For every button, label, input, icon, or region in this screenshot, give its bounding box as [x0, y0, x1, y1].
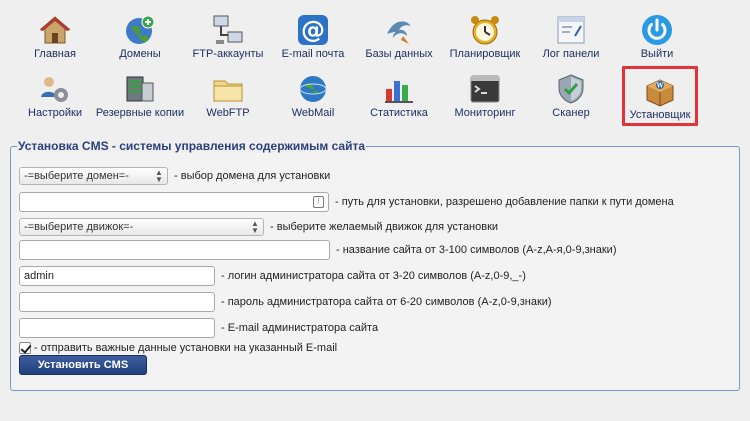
at-sign-icon: @ — [297, 14, 329, 46]
svg-text:@: @ — [301, 16, 325, 44]
toolbar-label: Установщик — [629, 109, 691, 121]
toolbar-item-installer[interactable]: W Установщик — [622, 66, 698, 126]
toolbar-label: Сканер — [552, 107, 590, 119]
toolbar-label: Резервные копии — [95, 107, 185, 119]
globe-add-icon — [124, 14, 156, 46]
site-name-row: - название сайта от 3-100 символов (A-z,… — [19, 240, 616, 260]
path-desc: - путь для установки, разрешено добавлен… — [335, 196, 674, 208]
send-data-desc: - отправить важные данные установки на у… — [34, 342, 338, 354]
toolbar-label: Домены — [119, 48, 161, 60]
login-desc: - логин администратора сайта от 3-20 сим… — [221, 270, 526, 282]
toolbar-label: Планировщик — [449, 48, 521, 60]
toolbar-item-backups[interactable]: Резервные копии — [90, 73, 190, 123]
toolbar: Главная Домены FTP-аккаунты @ E-mail поч… — [0, 0, 750, 140]
toolbar-label: E-mail почта — [281, 48, 345, 60]
site-name-input[interactable] — [19, 240, 330, 260]
database-dolphin-icon — [383, 14, 415, 46]
password-row: - пароль администратора сайта от 6-20 си… — [19, 292, 552, 312]
install-path-input[interactable]: ⋮ — [19, 192, 329, 212]
toolbar-item-monitoring[interactable]: Мониторинг — [435, 73, 535, 123]
domain-select[interactable]: -=выберите домен=- ▲ ▼ — [19, 167, 168, 185]
toolbar-label: Лог панели — [542, 48, 600, 60]
domain-row: -=выберите домен=- ▲ ▼ - выбор домена для… — [19, 166, 330, 186]
site-name-desc: - название сайта от 3-100 символов (A-z,… — [336, 244, 617, 256]
toolbar-item-domains[interactable]: Домены — [90, 14, 190, 64]
login-row: admin - логин администратора сайта от 3-… — [19, 266, 526, 286]
path-row: ⋮ - путь для установки, разрешено добавл… — [19, 192, 674, 212]
toolbar-item-scheduler[interactable]: Планировщик — [435, 14, 535, 64]
email-desc: - E-mail администратора сайта — [221, 322, 379, 334]
toolbar-label: Мониторинг — [454, 107, 516, 119]
admin-login-input[interactable]: admin — [19, 266, 215, 286]
toolbar-item-email[interactable]: @ E-mail почта — [263, 14, 363, 64]
backup-icon — [124, 73, 156, 105]
autofill-key-icon[interactable]: ⋮ — [313, 196, 324, 208]
engine-desc: - выберите желаемый движок для установки — [270, 221, 499, 233]
cms-install-form: Установка CMS - системы управления содер… — [10, 139, 740, 391]
toolbar-label: WebMail — [291, 107, 335, 119]
admin-email-input[interactable] — [19, 318, 215, 338]
engine-select-value: -=выберите движок=- — [24, 221, 134, 233]
home-icon — [39, 14, 71, 46]
bar-chart-icon — [383, 73, 415, 105]
webmail-globe-icon — [297, 73, 329, 105]
install-cms-button[interactable]: Установить CMS — [19, 355, 147, 375]
svg-text:W: W — [656, 83, 664, 90]
admin-password-input[interactable] — [19, 292, 215, 312]
users-gear-icon — [39, 73, 71, 105]
admin-login-value: admin — [24, 270, 54, 282]
package-box-icon: W — [644, 75, 676, 107]
engine-row: -=выберите движок=- ▲ ▼ - выберите желаем… — [19, 217, 498, 237]
toolbar-item-panel-log[interactable]: Лог панели — [521, 14, 621, 64]
select-arrows-icon: ▲ ▼ — [155, 168, 163, 184]
toolbar-label: Выйти — [640, 48, 674, 60]
engine-select[interactable]: -=выберите движок=- ▲ ▼ — [19, 218, 264, 236]
toolbar-label: Базы данных — [365, 48, 433, 60]
alarm-clock-icon — [469, 14, 501, 46]
password-desc: - пароль администратора сайта от 6-20 си… — [221, 296, 552, 308]
toolbar-item-scanner[interactable]: Сканер — [521, 73, 621, 123]
toolbar-item-statistics[interactable]: Статистика — [349, 73, 449, 123]
domain-desc: - выбор домена для установки — [174, 170, 331, 182]
log-window-icon — [555, 14, 587, 46]
select-arrows-icon: ▲ ▼ — [251, 219, 259, 235]
terminal-icon — [469, 73, 501, 105]
power-icon — [641, 14, 673, 46]
toolbar-item-logout[interactable]: Выйти — [607, 14, 707, 64]
toolbar-label: Статистика — [370, 107, 428, 119]
form-legend: Установка CMS - системы управления содер… — [17, 139, 367, 153]
toolbar-item-databases[interactable]: Базы данных — [349, 14, 449, 64]
send-data-checkbox[interactable] — [19, 342, 31, 354]
toolbar-item-webmail[interactable]: WebMail — [263, 73, 363, 123]
email-row: - E-mail администратора сайта — [19, 318, 378, 338]
network-computers-icon — [212, 14, 244, 46]
folder-icon — [212, 73, 244, 105]
domain-select-value: -=выберите домен=- — [24, 170, 129, 182]
shield-icon — [555, 73, 587, 105]
